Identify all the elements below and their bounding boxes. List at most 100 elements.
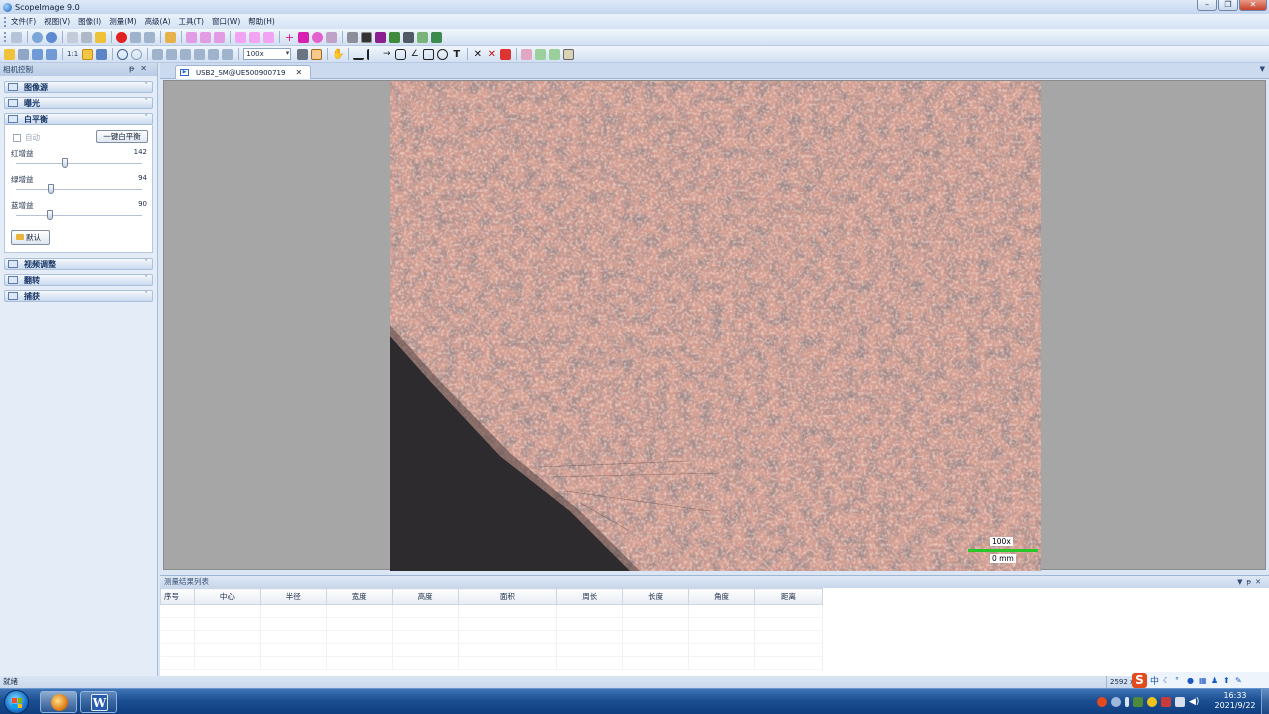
green-gain-slider-thumb[interactable] — [48, 184, 54, 194]
minimize-button[interactable]: – — [1197, 0, 1217, 11]
histogram-icon[interactable] — [403, 31, 414, 43]
col-angle[interactable]: 角度 — [688, 588, 756, 605]
col-center[interactable]: 中心 — [193, 588, 261, 605]
moon-icon[interactable]: ☾ — [1163, 676, 1170, 684]
save-icon[interactable] — [18, 48, 29, 60]
ime-mode[interactable]: 中 — [1150, 674, 1159, 687]
section-exposure[interactable]: 曝光 ˇ — [4, 97, 153, 109]
play-icon[interactable] — [32, 31, 43, 43]
zoom-select[interactable]: 100x — [243, 48, 292, 60]
color-icon[interactable] — [375, 31, 386, 43]
sogou-tray-icon[interactable] — [1097, 697, 1107, 707]
flip-horizontal-icon[interactable] — [166, 48, 178, 60]
hand-icon[interactable]: ✋ — [332, 49, 344, 60]
taskbar-scopeimage[interactable] — [40, 691, 77, 713]
mirror-icon[interactable] — [208, 48, 220, 60]
one-key-white-balance-button[interactable]: 一键白平衡 — [96, 130, 148, 143]
layout-icon[interactable] — [563, 48, 575, 60]
panel-close-icon[interactable]: ✕ — [140, 64, 153, 73]
grid-icon[interactable] — [298, 31, 309, 43]
fit-window-icon[interactable] — [82, 48, 94, 60]
pause-icon[interactable] — [130, 31, 141, 43]
export-icon[interactable] — [165, 31, 176, 43]
tab-usb-camera[interactable]: ▶ USB2_SM@UE500900719 ✕ — [175, 65, 312, 79]
line-icon[interactable] — [353, 49, 365, 60]
settings-icon[interactable] — [46, 31, 57, 43]
folder-icon[interactable] — [95, 31, 106, 43]
col-width[interactable]: 宽度 — [325, 588, 393, 605]
align-right-icon[interactable] — [214, 31, 225, 43]
image-viewer[interactable]: 100x 0 mm — [163, 80, 1266, 571]
red-gain-slider-thumb[interactable] — [62, 158, 68, 168]
close-button[interactable]: ✕ — [1239, 0, 1267, 11]
delete-all-icon[interactable]: ✕ — [486, 49, 497, 60]
menu-advanced[interactable]: 高级(A) — [145, 16, 171, 27]
col-index[interactable]: 序号 — [160, 588, 195, 605]
polyline-icon[interactable] — [367, 48, 378, 60]
punctuation-icon[interactable]: ° — [1175, 676, 1182, 684]
col-height[interactable]: 高度 — [391, 588, 459, 605]
text-icon[interactable]: T — [451, 49, 462, 60]
menu-image[interactable]: 图像(I) — [78, 16, 101, 27]
arrow-end-icon[interactable] — [263, 31, 274, 43]
col-area[interactable]: 面积 — [457, 588, 558, 605]
col-distance[interactable]: 距离 — [754, 588, 823, 605]
menu-measure[interactable]: 测量(M) — [109, 16, 136, 27]
microphone-icon[interactable]: ● — [1187, 676, 1194, 684]
flip-vertical-icon[interactable] — [152, 48, 164, 60]
blue-gain-slider[interactable] — [16, 210, 142, 220]
ratio-1-1-button[interactable]: 1:1 — [67, 50, 78, 58]
section-flip[interactable]: 翻转 ˇ — [4, 274, 153, 286]
image-adjust-icon[interactable] — [347, 31, 358, 43]
align-center-icon[interactable] — [200, 31, 211, 43]
arrow-double-icon[interactable] — [249, 31, 260, 43]
close-icon[interactable]: ✕ — [1255, 578, 1265, 586]
contrast-icon[interactable] — [361, 31, 372, 43]
color-picker-icon[interactable] — [500, 48, 512, 60]
calibrate-icon[interactable] — [297, 48, 309, 60]
arrow-icon[interactable]: → — [381, 49, 392, 60]
maximize-button[interactable]: ❐ — [1218, 0, 1238, 11]
microscope-image[interactable]: 100x 0 mm — [390, 81, 1041, 571]
red-gain-slider[interactable] — [16, 158, 142, 168]
delete-icon[interactable]: ✕ — [472, 49, 483, 60]
menu-file[interactable]: 文件(F) — [11, 16, 36, 27]
menu-view[interactable]: 视图(V) — [44, 16, 70, 27]
filter-icon[interactable] — [389, 31, 400, 43]
tab-close-icon[interactable]: ✕ — [295, 68, 302, 77]
menu-window[interactable]: 窗口(W) — [212, 16, 240, 27]
stop-icon[interactable] — [144, 31, 155, 43]
tools-icon[interactable]: ✎ — [1235, 676, 1242, 684]
align-left-icon[interactable] — [186, 31, 197, 43]
section-video-adjust[interactable]: 视频调整 ˇ — [4, 258, 153, 270]
angle-icon[interactable]: ∠ — [409, 49, 420, 60]
scale-bar-icon[interactable] — [311, 48, 323, 60]
menu-help[interactable]: 帮助(H) — [248, 16, 275, 27]
circle-icon[interactable] — [437, 48, 449, 60]
taskbar-word[interactable]: W — [80, 691, 117, 713]
col-radius[interactable]: 半径 — [259, 588, 327, 605]
section-image-source[interactable]: 图像源 ˇ — [4, 81, 153, 93]
zoom-out-icon[interactable] — [131, 48, 143, 60]
open-icon[interactable] — [4, 48, 15, 60]
default-button[interactable]: 默认 — [11, 230, 50, 245]
section-white-balance[interactable]: 白平衡 ˆ — [4, 113, 153, 125]
sogou-ime-icon[interactable]: S — [1132, 672, 1147, 688]
col-length[interactable]: 长度 — [622, 588, 690, 605]
report-icon[interactable] — [521, 48, 533, 60]
pin-icon[interactable]: ᵽ — [129, 64, 140, 73]
skin-icon[interactable]: ⬆ — [1223, 676, 1230, 684]
usb-tray-icon[interactable] — [1125, 697, 1129, 707]
table-icon[interactable] — [535, 48, 547, 60]
flag-tray-icon[interactable] — [1161, 697, 1171, 707]
keyboard-icon[interactable]: ▦ — [1199, 676, 1207, 684]
undo-icon[interactable] — [32, 48, 43, 60]
snapshot-icon[interactable] — [67, 31, 78, 43]
magic-icon[interactable] — [326, 31, 337, 43]
rectangle-icon[interactable] — [423, 48, 435, 60]
update-tray-icon[interactable] — [1147, 697, 1157, 707]
green-gain-slider[interactable] — [16, 184, 142, 194]
rotate-left-icon[interactable] — [180, 48, 192, 60]
polygon-icon[interactable] — [395, 48, 407, 60]
auto-checkbox-box[interactable] — [13, 133, 21, 142]
